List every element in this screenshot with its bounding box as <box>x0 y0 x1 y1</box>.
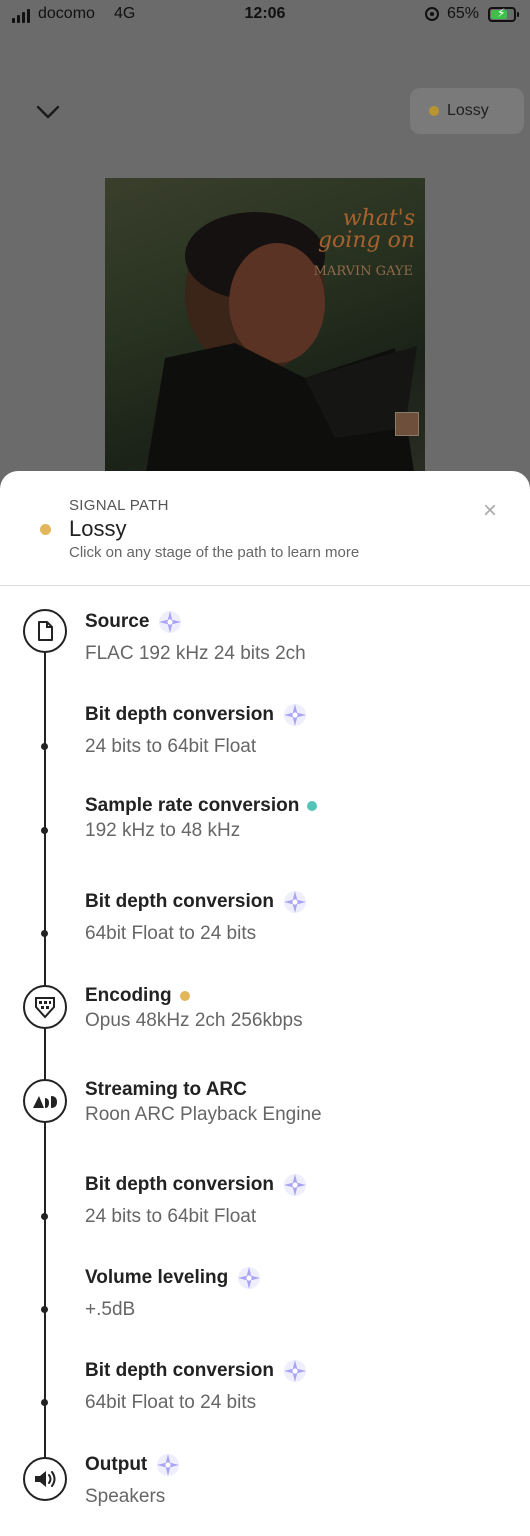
sparkle-icon <box>282 1172 308 1198</box>
stage-dot <box>41 1213 48 1220</box>
arc-icon <box>23 1079 67 1123</box>
stage-title-text: Encoding <box>85 985 172 1006</box>
sparkle-icon <box>282 702 308 728</box>
signal-path-stage[interactable]: Output Speakers <box>0 1452 530 1532</box>
stage-dot <box>41 827 48 834</box>
stage-title-text: Bit depth conversion <box>85 704 274 725</box>
stage-detail: 24 bits to 64bit Float <box>85 1206 257 1227</box>
file-icon <box>23 609 67 653</box>
signal-path-stage[interactable]: Encoding Opus 48kHz 2ch 256kbps <box>0 985 530 1065</box>
sparkle-icon <box>236 1265 262 1291</box>
stage-title: Bit depth conversion <box>85 702 308 728</box>
stage-title: Bit depth conversion <box>85 1358 308 1384</box>
encoding-icon <box>23 985 67 1029</box>
signal-path-stage[interactable]: Volume leveling +.5dB <box>0 1265 530 1345</box>
chevron-down-icon <box>36 105 60 119</box>
stage-dot <box>41 930 48 937</box>
stage-title-text: Source <box>85 611 150 632</box>
stage-detail: +.5dB <box>85 1299 136 1320</box>
signal-path-stage[interactable]: Sample rate conversion 192 kHz to 48 kHz <box>0 795 530 875</box>
signal-path-stage[interactable]: Streaming to ARC Roon ARC Playback Engine <box>0 1079 530 1159</box>
stage-title: Source <box>85 609 183 635</box>
stage-title: Streaming to ARC <box>85 1079 247 1101</box>
orientation-lock-icon <box>425 7 439 21</box>
stage-status-dot <box>307 801 318 811</box>
stage-title-text: Bit depth conversion <box>85 891 274 912</box>
stage-dot <box>41 743 48 750</box>
signal-path-stage[interactable]: Bit depth conversion 64bit Float to 24 bi… <box>0 889 530 969</box>
sheet-header: SIGNAL PATH Lossy Click on any stage of … <box>0 471 530 586</box>
sheet-title: Lossy <box>69 516 127 541</box>
sheet-hint: Click on any stage of the path to learn … <box>69 544 360 561</box>
stage-detail: 24 bits to 64bit Float <box>85 736 257 757</box>
sparkle-icon <box>157 609 183 635</box>
stage-detail: FLAC 192 kHz 24 bits 2ch <box>85 643 306 664</box>
speaker-icon <box>23 1457 67 1501</box>
sheet-heading: SIGNAL PATH <box>69 497 169 514</box>
stage-status-dot <box>179 991 190 1001</box>
stage-detail: Opus 48kHz 2ch 256kbps <box>85 1010 303 1031</box>
battery-percent: 65% <box>447 5 480 22</box>
close-button[interactable]: × <box>478 499 502 523</box>
stage-title-text: Streaming to ARC <box>85 1079 247 1100</box>
signal-path-stage[interactable]: Bit depth conversion 24 bits to 64bit Flo… <box>0 1172 530 1252</box>
signal-path-stage[interactable]: Bit depth conversion 64bit Float to 24 bi… <box>0 1358 530 1438</box>
collapse-button[interactable] <box>34 98 62 126</box>
stage-title: Output <box>85 1452 181 1478</box>
quality-chip[interactable]: Lossy <box>410 88 524 134</box>
stage-detail: Speakers <box>85 1486 166 1507</box>
record-label-logo <box>395 412 419 436</box>
sparkle-icon <box>282 889 308 915</box>
stage-title-text: Output <box>85 1454 148 1475</box>
stage-title-text: Bit depth conversion <box>85 1174 274 1195</box>
stage-title: Bit depth conversion <box>85 1172 308 1198</box>
album-title: what's going on <box>317 206 415 253</box>
quality-status-dot <box>40 524 51 535</box>
stage-title: Encoding <box>85 985 190 1007</box>
stage-detail: 64bit Float to 24 bits <box>85 923 257 944</box>
stage-detail: Roon ARC Playback Engine <box>85 1104 322 1125</box>
signal-path-stage[interactable]: Source FLAC 192 kHz 24 bits 2ch <box>0 609 530 689</box>
close-icon: × <box>482 497 497 524</box>
stage-detail: 64bit Float to 24 bits <box>85 1392 257 1413</box>
status-bar: docomo 4G 12:06 65% ⚡ <box>0 0 530 30</box>
stage-title-text: Volume leveling <box>85 1267 229 1288</box>
stage-dot <box>41 1306 48 1313</box>
stage-title-text: Sample rate conversion <box>85 795 300 816</box>
quality-label: Lossy <box>447 102 489 119</box>
stage-detail: 192 kHz to 48 kHz <box>85 820 241 841</box>
album-artist: MARVIN GAYE <box>313 264 413 279</box>
signal-path-sheet: SIGNAL PATH Lossy Click on any stage of … <box>0 471 530 1536</box>
album-art: what's going on MARVIN GAYE <box>105 178 425 478</box>
stage-title: Bit depth conversion <box>85 889 308 915</box>
stage-title: Volume leveling <box>85 1265 262 1291</box>
stage-dot <box>41 1399 48 1406</box>
sparkle-icon <box>155 1452 181 1478</box>
stage-title-text: Bit depth conversion <box>85 1360 274 1381</box>
quality-dot <box>429 106 439 116</box>
stage-title: Sample rate conversion <box>85 795 318 817</box>
sparkle-icon <box>282 1358 308 1384</box>
battery-icon: ⚡ <box>488 6 519 22</box>
signal-path-stage[interactable]: Bit depth conversion 24 bits to 64bit Flo… <box>0 702 530 782</box>
